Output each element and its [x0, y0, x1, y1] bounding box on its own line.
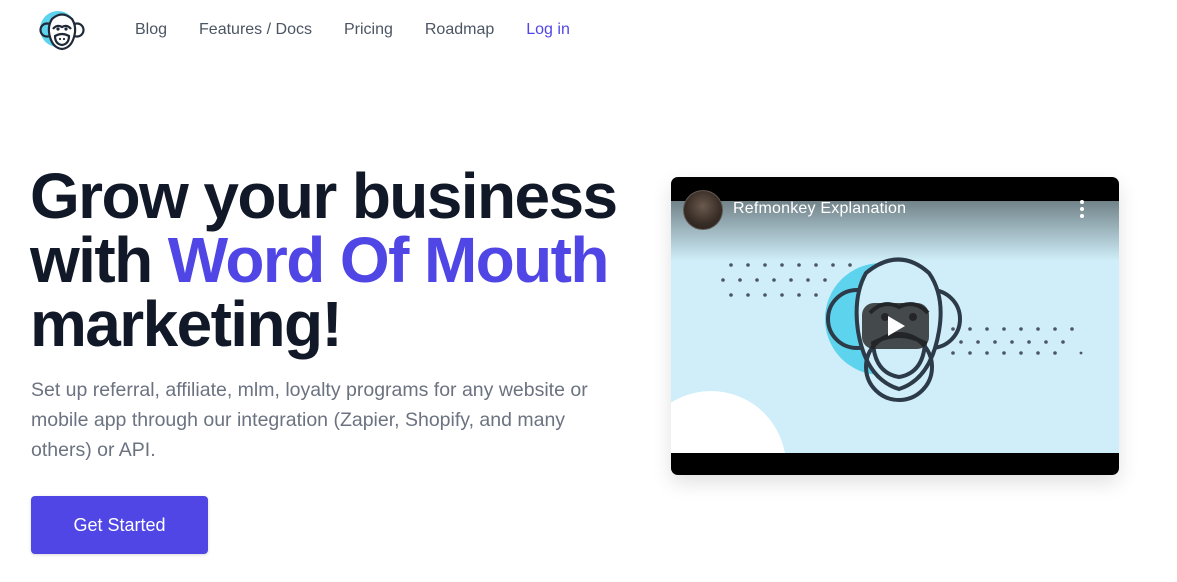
play-button[interactable]: [862, 303, 929, 349]
nav-link-pricing[interactable]: Pricing: [344, 20, 393, 40]
decorative-circle: [671, 391, 785, 453]
get-started-button[interactable]: Get Started: [31, 496, 208, 554]
video-title[interactable]: Refmonkey Explanation: [733, 200, 906, 218]
top-nav: Blog Features / Docs Pricing Roadmap Log…: [0, 0, 1177, 62]
play-icon: [888, 316, 905, 336]
hero-subtitle: Set up referral, affiliate, mlm, loyalty…: [31, 379, 588, 461]
hero-title-line-1: Grow your business: [30, 160, 618, 232]
monkey-logo-icon[interactable]: [38, 7, 88, 53]
hero-title-line-3: marketing!: [30, 288, 343, 360]
more-vertical-icon[interactable]: [1073, 200, 1091, 220]
hero-title: Grow your business with Word Of Mouth ma…: [30, 164, 650, 356]
video-embed[interactable]: Refmonkey Explanation: [671, 177, 1119, 475]
nav-link-blog[interactable]: Blog: [135, 20, 167, 40]
hero-title-accent: Word Of Mouth: [167, 224, 610, 296]
hero-title-line-2: with Word Of Mouth: [30, 228, 650, 292]
nav-link-login[interactable]: Log in: [526, 20, 570, 40]
nav-links: Blog Features / Docs Pricing Roadmap Log…: [135, 20, 602, 40]
nav-link-features-docs[interactable]: Features / Docs: [199, 20, 312, 40]
channel-avatar[interactable]: [683, 190, 723, 230]
nav-link-roadmap[interactable]: Roadmap: [425, 20, 494, 40]
hero-title-prefix: with: [30, 224, 168, 296]
